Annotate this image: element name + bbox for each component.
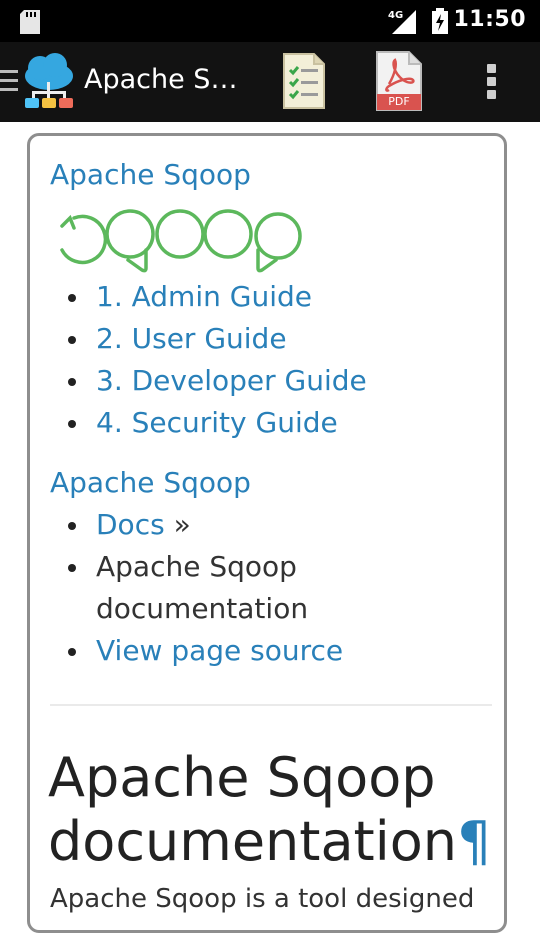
intro-paragraph: Apache Sqoop is a tool designed	[50, 884, 475, 914]
action-bar: Apache Sqoop PDF	[0, 42, 540, 122]
pdf-button[interactable]: PDF	[375, 50, 423, 112]
site-home-link[interactable]: Apache Sqoop	[50, 158, 251, 191]
breadcrumb-item: Docs »	[30, 504, 500, 546]
toc-item: 1. Admin Guide	[30, 276, 500, 318]
breadcrumb-current: Apache Sqoop documentation	[96, 550, 309, 625]
breadcrumb-separator: »	[173, 508, 191, 541]
permalink-pilcrow[interactable]: ¶	[457, 810, 491, 873]
view-page-source-link[interactable]: View page source	[96, 634, 343, 667]
pdf-label: PDF	[388, 95, 410, 108]
sqoop-logo-image	[60, 209, 302, 273]
toc-link-security-guide[interactable]: 4. Security Guide	[96, 406, 338, 439]
drawer-menu-icon[interactable]	[0, 68, 20, 94]
page-title: Apache Sqoop documentation¶	[48, 746, 498, 874]
breadcrumb-home-link[interactable]: Apache Sqoop	[50, 466, 251, 499]
signal-icon: 4G	[388, 10, 416, 34]
status-bar: 4G 11:50	[0, 0, 540, 42]
sd-card-icon	[20, 10, 40, 34]
sqoop-logo[interactable]: sqoop	[54, 208, 304, 278]
content-card: Apache Sqoop sqoop 1. Admin Guide 2.	[27, 133, 507, 933]
breadcrumb-item: View page source	[30, 630, 500, 672]
network-type: 4G	[388, 10, 403, 21]
breadcrumb: Docs » Apache Sqoop documentation View p…	[30, 504, 500, 672]
toc-list: 1. Admin Guide 2. User Guide 3. Develope…	[30, 276, 500, 444]
toc-item: 4. Security Guide	[30, 402, 500, 444]
clock: 11:50	[453, 7, 526, 32]
breadcrumb-item: Apache Sqoop documentation	[30, 546, 326, 630]
app-title: Apache Sqoop	[84, 64, 244, 95]
toc-link-developer-guide[interactable]: 3. Developer Guide	[96, 364, 367, 397]
toc-link-admin-guide[interactable]: 1. Admin Guide	[96, 280, 312, 313]
toc-item: 2. User Guide	[30, 318, 500, 360]
toc-item: 3. Developer Guide	[30, 360, 500, 402]
breadcrumb-docs-link[interactable]: Docs	[96, 508, 165, 541]
toc-link-user-guide[interactable]: 2. User Guide	[96, 322, 287, 355]
cloud-network-icon[interactable]	[22, 52, 76, 110]
battery-icon	[432, 8, 448, 34]
page-title-text: Apache Sqoop documentation	[48, 746, 457, 873]
divider	[50, 704, 492, 706]
overflow-menu-icon[interactable]	[476, 60, 506, 104]
table-of-contents-icon[interactable]	[282, 52, 326, 110]
